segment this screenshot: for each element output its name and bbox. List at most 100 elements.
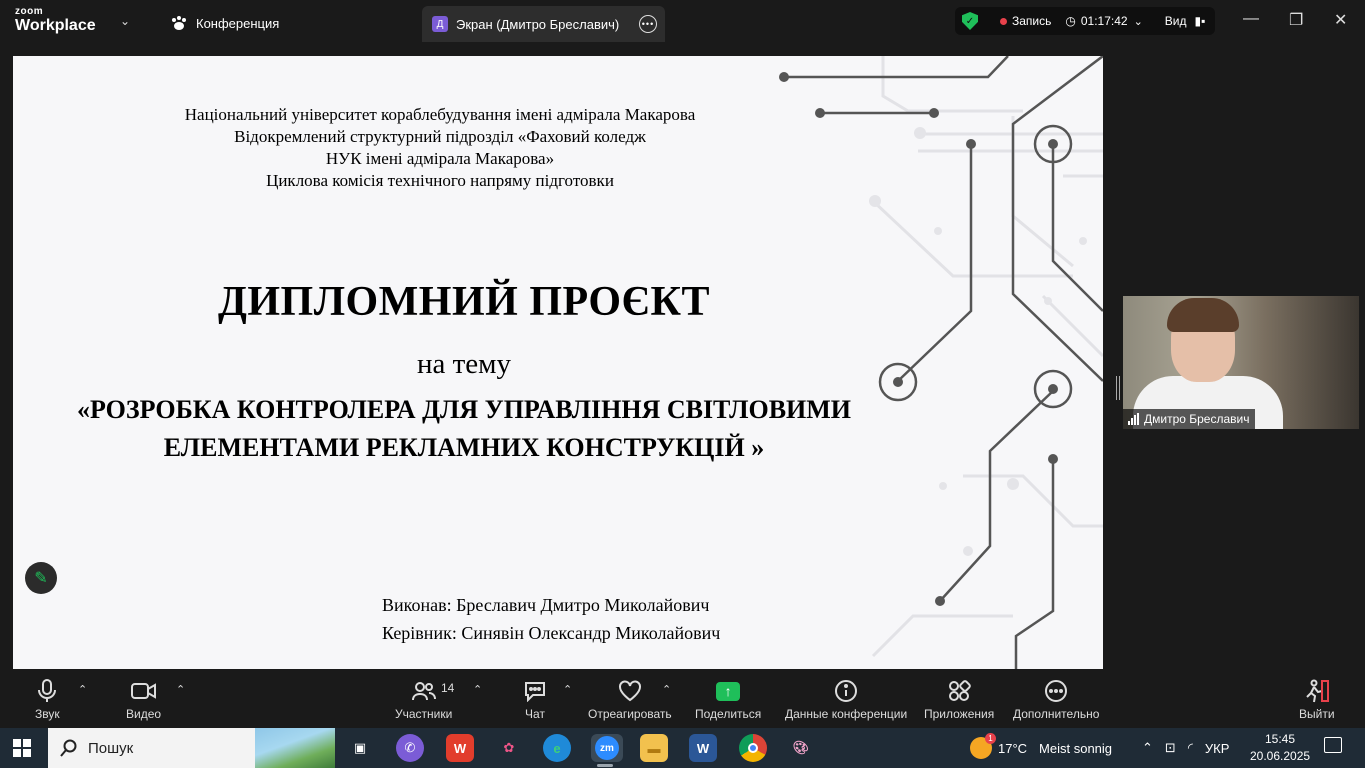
chevron-up-icon[interactable]: ⌃ [473,683,482,696]
header-line: Національний університет кораблебудуванн… [184,105,696,124]
shield-check-icon[interactable]: ✓ [962,12,978,30]
slide-topic: «РОЗРОБКА КОНТРОЛЕРА ДЛЯ УПРАВЛІННЯ СВІТ… [43,391,885,467]
meeting-info-label: Данные конференции [785,707,908,721]
meeting-timer: 01:17:42 [1080,14,1128,28]
logo-workplace-text: Workplace [15,17,96,34]
tab-screen-share[interactable]: Д Экран (Дмитро Бреславич) ••• [422,6,665,42]
institution-header: Національний університет кораблебудуванн… [113,104,767,192]
wifi-icon[interactable]: ◜ [1188,740,1193,756]
view-layout-icon[interactable]: ▮▪ [1195,14,1206,28]
shared-screen: Національний університет кораблебудуванн… [13,56,1103,669]
chevron-up-icon[interactable]: ⌃ [563,683,572,696]
restore-icon[interactable]: ❐ [1289,10,1303,30]
audio-button[interactable]: Звук [35,677,60,721]
weather-sun-icon: 1 [970,733,996,759]
task-view-icon[interactable]: ▣ [346,734,374,762]
participant-name: Дмитро Бреславич [1144,412,1250,426]
video-button[interactable]: Видео [126,677,161,721]
clock-date: 20.06.2025 [1250,749,1311,763]
meet-now-icon[interactable]: ⊡ [1165,740,1176,756]
tab-screen-share-label: Экран (Дмитро Бреславич) [456,16,620,32]
clock-time: 15:45 [1264,732,1296,746]
share-screen-icon: ↑ [716,681,741,701]
panel-resize-handle[interactable] [1116,376,1120,400]
paint-palette-icon[interactable]: 🎨︎ [787,734,815,762]
participant-video[interactable]: Дмитро Бреславич [1123,296,1359,429]
chevron-down-icon[interactable]: ⌄ [1134,15,1143,28]
more-button[interactable]: Дополнительно [1013,677,1099,721]
record-dot-icon [1000,17,1007,25]
edge-browser-icon[interactable]: e [543,734,571,762]
taskbar-clock[interactable]: 15:45 20.06.2025 [1250,731,1310,765]
tab-conference[interactable]: Конференция [170,12,279,34]
word-icon[interactable]: W [689,734,717,762]
tab-conference-label: Конференция [196,15,280,31]
share-button[interactable]: ↑ Поделиться [695,677,761,721]
viber-icon[interactable]: ✆ [396,734,424,762]
video-person-hair [1167,298,1239,332]
chevron-up-icon[interactable]: ⌃ [176,683,185,696]
share-label: Поделиться [695,707,762,721]
weather-temp: 17°C [998,740,1028,756]
recording-label[interactable]: Запись [1012,14,1051,28]
annotate-pencil-icon[interactable]: ✎ [25,562,57,594]
header-line: НУК імені адмірала Макарова» [325,149,555,168]
notification-icon[interactable] [1324,737,1342,753]
zoom-app-icon[interactable]: zm [591,734,623,767]
chat-button[interactable]: Чат [523,677,547,721]
chevron-up-icon[interactable]: ⌃ [1142,740,1153,756]
windows-start-icon[interactable] [13,739,31,757]
participants-count: 14 [441,681,455,695]
meeting-toolbar: Звук ⌃ Видео ⌃ Участники 14 ⌃ Чат ⌃ Отре… [0,669,1365,728]
leave-icon [1306,679,1329,703]
chrome-icon[interactable] [739,734,767,762]
topic-line: ЕЛЕМЕНТАМИ РЕКЛАМНИХ КОНСТРУКЦІЙ » [163,433,765,462]
file-explorer-icon[interactable]: ▬ [640,734,668,762]
windows-taskbar: Пошук ▣ ✆ W ✿ e zm ▬ W 🎨︎ 1 17°C Meist s… [0,728,1365,768]
system-tray: ⌃ ⊡ ◜ УКР [1142,728,1229,768]
logo-zoom-text: zoom [15,6,44,17]
react-label: Отреагировать [588,707,672,721]
language-indicator[interactable]: УКР [1205,741,1230,756]
participants-label: Участники [395,707,453,721]
slide-theme-label: на тему [416,348,512,380]
weather-badge: 1 [985,733,996,744]
leave-button[interactable]: Выйти [1299,677,1335,721]
paw-icon [172,16,186,30]
apps-label: Приложения [924,707,995,721]
audio-label: Звук [35,707,60,721]
search-highlight-image [255,728,335,768]
meeting-status: ✓ Запись ◷ 01:17:42 ⌄ Вид ▮▪ [955,7,1215,35]
header-line: Відокремлений структурний підрозділ «Фах… [234,127,646,146]
chevron-up-icon[interactable]: ⌃ [78,683,87,696]
signal-bars-icon [1128,413,1139,425]
topic-line: «РОЗРОБКА КОНТРОЛЕРА ДЛЯ УПРАВЛІННЯ СВІТ… [76,395,852,424]
search-label: Пошук [88,739,134,757]
wps-office-icon[interactable]: W [446,734,474,762]
participant-name-tag: Дмитро Бреславич [1123,409,1255,429]
zoom-logo[interactable]: zoom Workplace [15,7,96,34]
taskbar-search[interactable]: Пошук [48,728,335,768]
react-button[interactable]: Отреагировать [588,677,672,721]
weather-widget[interactable]: 1 17°C Meist sonnig [970,728,1112,768]
meeting-info-button[interactable]: Данные конференции [785,677,907,721]
more-options-icon[interactable]: ••• [639,15,657,33]
view-button[interactable]: Вид [1165,14,1187,28]
video-label: Видео [126,707,162,721]
chat-icon [525,682,545,702]
slide-credits: Виконав: Бреславич Дмитро Миколайович Ке… [382,591,720,647]
weather-text: Meist sonnig [1039,740,1113,756]
header-line: Циклова комісія технічного напряму підго… [266,171,614,190]
chevron-up-icon[interactable]: ⌃ [662,683,671,696]
paint-app-icon[interactable]: ✿ [495,734,523,762]
chevron-down-icon[interactable]: ⌄ [120,14,130,28]
supervisor-line: Керівник: Синявін Олександр Миколайович [382,623,721,643]
close-icon[interactable]: ✕ [1334,10,1347,30]
author-line: Виконав: Бреславич Дмитро Миколайович [382,595,710,615]
apps-button[interactable]: Приложения [924,677,994,721]
clock-icon: ◷ [1065,14,1076,28]
more-icon [1045,680,1068,702]
minimize-icon[interactable]: — [1243,10,1259,28]
microphone-icon [38,679,57,702]
avatar: Д [432,16,448,32]
